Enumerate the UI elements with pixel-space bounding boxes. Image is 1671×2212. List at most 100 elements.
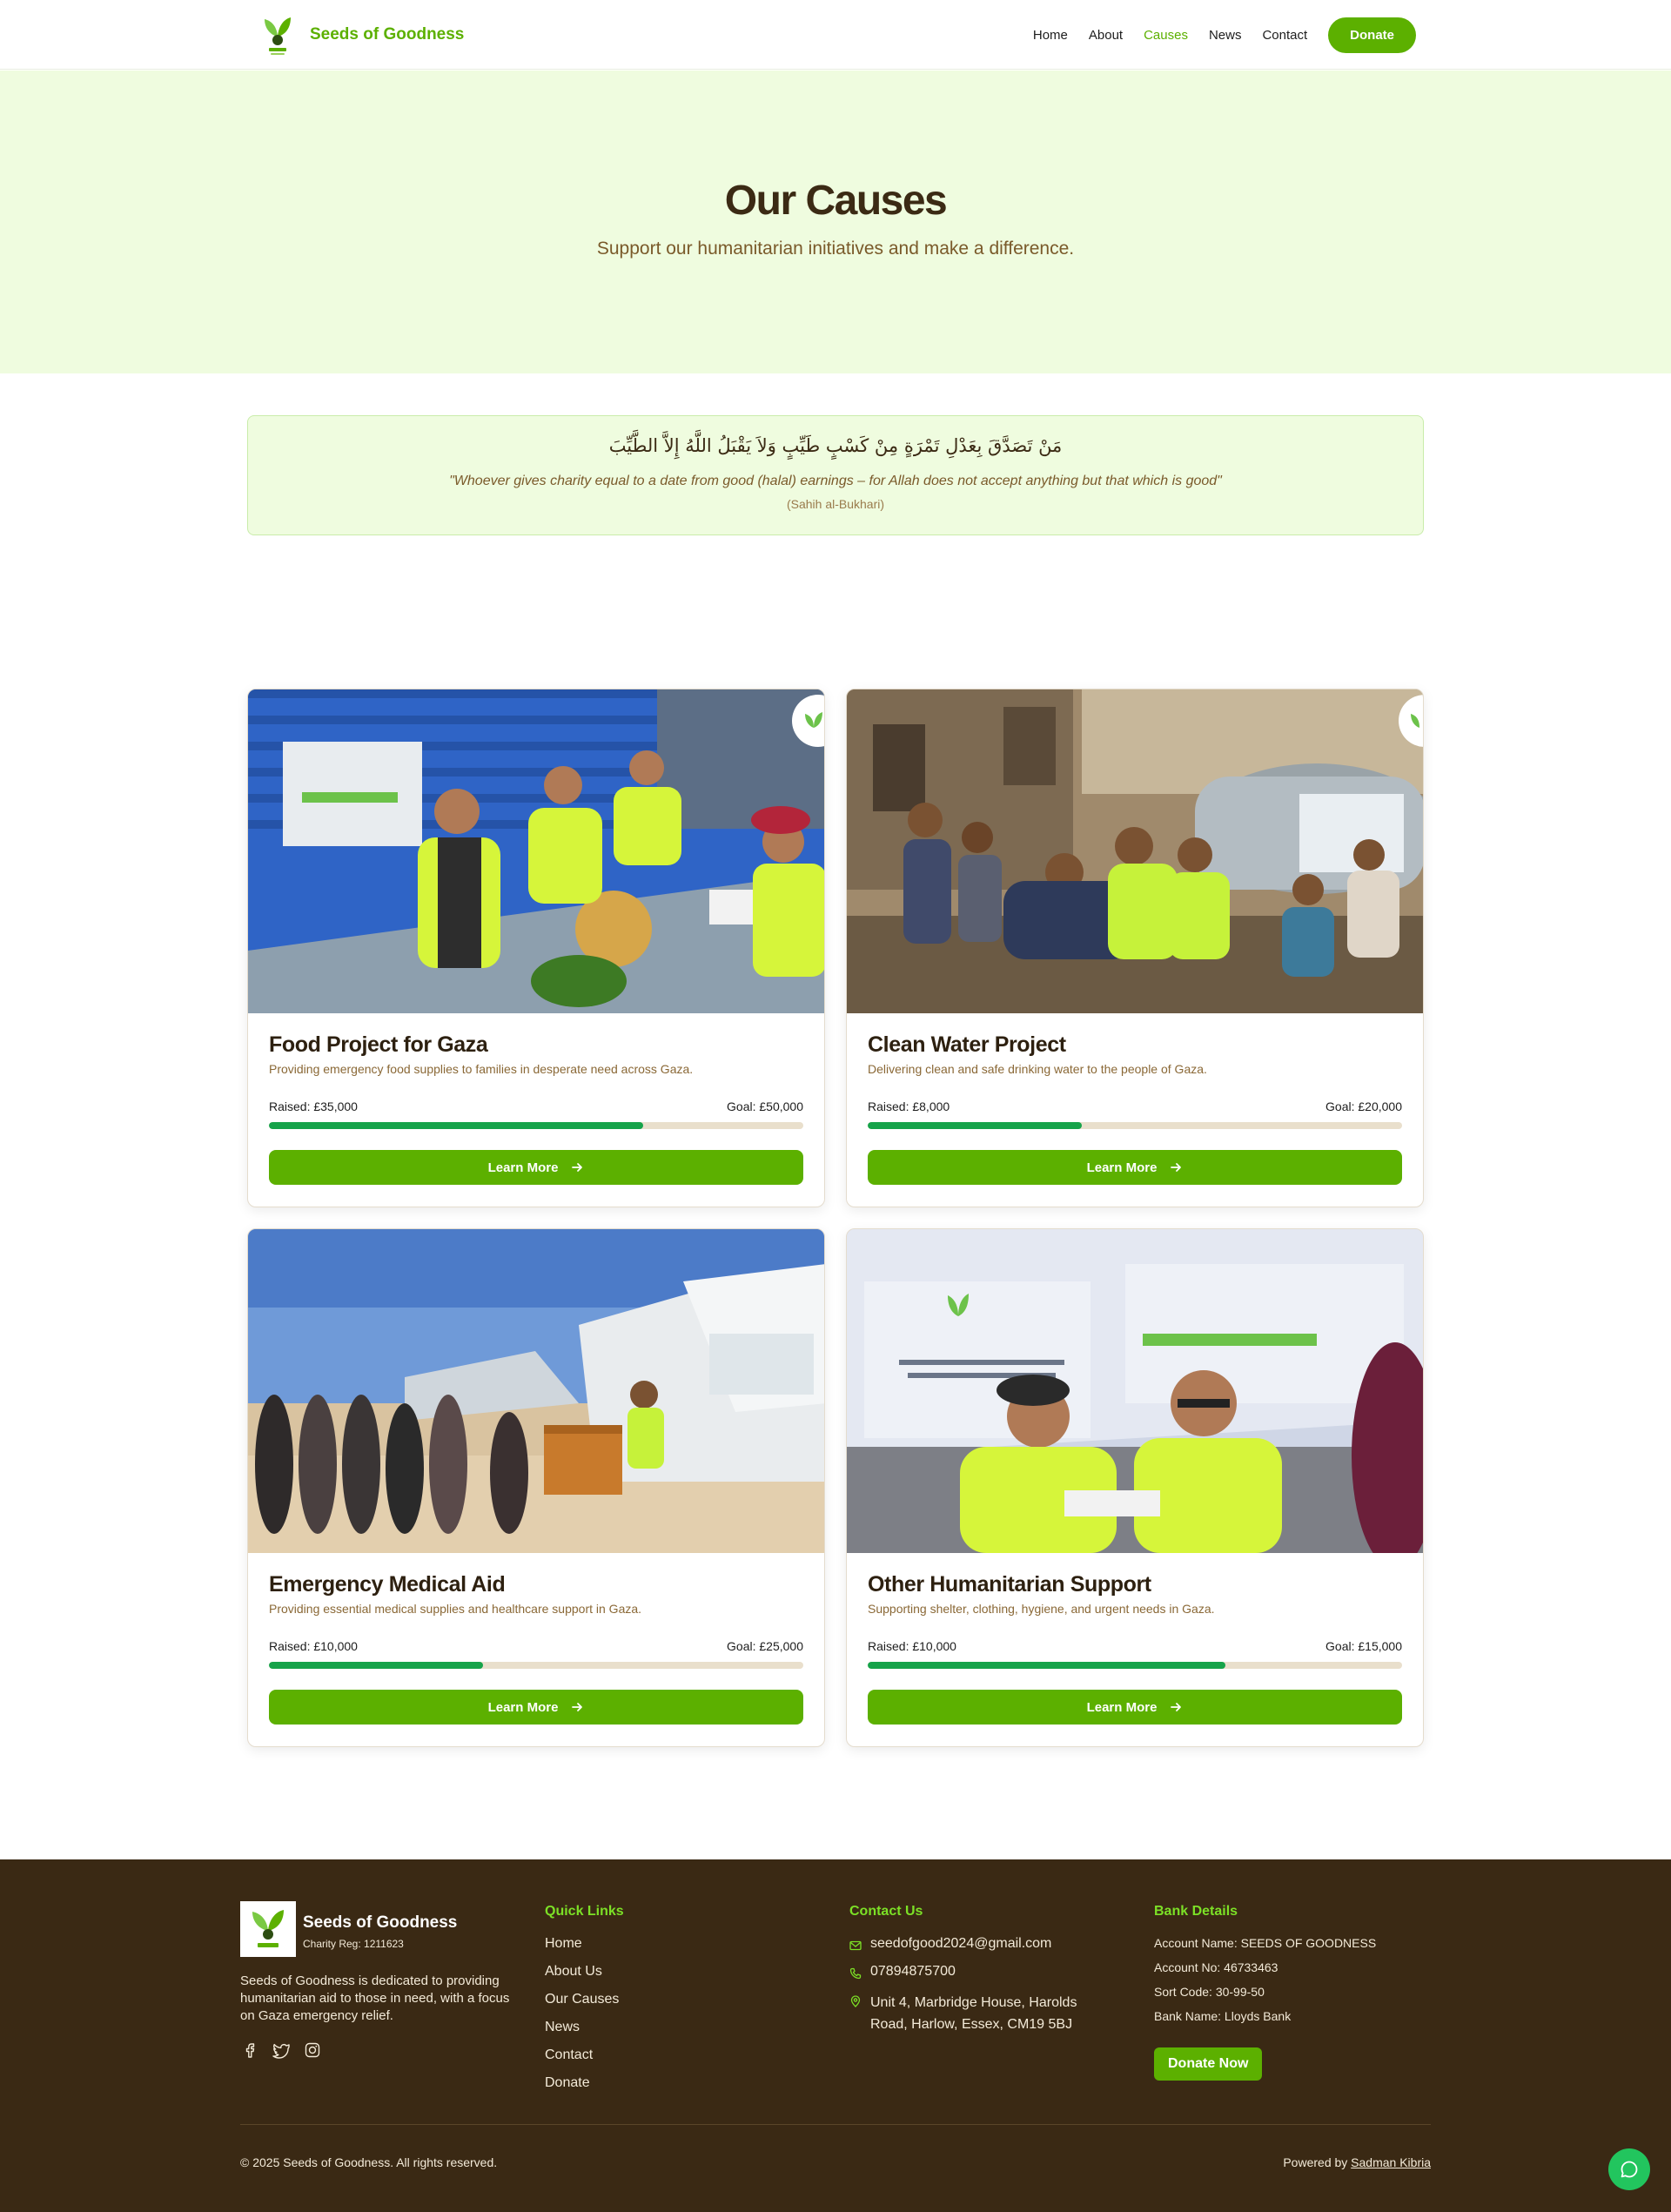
cause-description: Delivering clean and safe drinking water… [868,1062,1207,1076]
cause-goal: Goal: £50,000 [727,1099,803,1113]
bank-details-heading: Bank Details [1154,1904,1238,1919]
footer-logo [240,1901,296,1957]
facebook-icon[interactable] [240,2041,259,2060]
bank-name: Bank Name: Lloyds Bank [1154,2009,1292,2023]
nav-about[interactable]: About [1089,28,1123,43]
powered-by-link[interactable]: Sadman Kibria [1351,2155,1431,2169]
progress-bar [868,1662,1402,1669]
instagram-icon[interactable] [303,2041,322,2060]
arrow-right-icon [1171,1703,1182,1711]
map-pin-icon [850,1995,861,2007]
cause-description: Supporting shelter, clothing, hygiene, a… [868,1602,1215,1616]
contact-address: Unit 4, Marbridge House, Harolds Road, H… [849,1992,1105,2035]
quick-links-heading: Quick Links [545,1904,624,1919]
cause-image-medical [248,1229,824,1553]
footer-divider [240,2124,1431,2125]
sprout-logo-icon [252,1910,284,1947]
cause-raised: Raised: £10,000 [868,1639,956,1653]
page-subtitle: Support our humanitarian initiatives and… [596,239,1075,259]
address-text: Unit 4, Marbridge House, Harolds Road, H… [870,1995,1077,2032]
cause-title: Food Project for Gaza [269,1032,488,1057]
progress-fill [269,1122,643,1129]
sprout-logo-icon [265,17,291,55]
bank-sort-code: Sort Code: 30-99-50 [1154,1985,1265,1999]
cause-goal: Goal: £20,000 [1325,1099,1402,1113]
mail-icon [849,1940,862,1951]
twitter-icon[interactable] [272,2041,291,2060]
page-title: Our Causes [724,178,948,224]
progress-bar [868,1122,1402,1129]
cause-goal: Goal: £25,000 [727,1639,803,1653]
learn-more-button[interactable]: Learn More [868,1690,1402,1725]
learn-more-label: Learn More [1086,1699,1158,1715]
footer-link-news[interactable]: News [545,2020,619,2047]
footer-charity-reg: Charity Reg: 1211623 [303,1938,404,1950]
progress-bar [269,1662,803,1669]
quote-source: (Sahih al-Bukhari) [786,497,885,511]
chat-button[interactable] [1608,2148,1650,2190]
site-footer: Seeds of Goodness Charity Reg: 1211623 S… [0,1859,1671,2212]
quote-english: "Whoever gives charity equal to a date f… [449,474,1222,488]
contact-info: seedofgood2024@gmail.com 07894875700 Uni… [849,1936,1105,2047]
footer-link-donate[interactable]: Donate [545,2075,619,2103]
footer-link-causes[interactable]: Our Causes [545,1992,619,2020]
bank-account-number: Account No: 46733463 [1154,1960,1278,1974]
progress-fill [868,1122,1082,1129]
progress-fill [269,1662,483,1669]
hero-section: Our Causes Support our humanitarian init… [0,71,1671,373]
progress-fill [868,1662,1226,1669]
copyright: © 2025 Seeds of Goodness. All rights res… [240,2155,498,2169]
powered-by-label: Powered by [1283,2155,1348,2169]
footer-link-home[interactable]: Home [545,1936,619,1964]
footer-about: Seeds of Goodness is dedicated to provid… [240,1973,510,2023]
cause-image-humanitarian [847,1229,1423,1553]
cause-raised: Raised: £8,000 [868,1099,950,1113]
cause-card: Food Project for Gaza Providing emergenc… [247,689,825,1207]
learn-more-label: Learn More [1086,1160,1158,1175]
contact-heading: Contact Us [849,1904,923,1919]
social-links [240,2041,322,2060]
powered-by: Powered by Sadman Kibria [1283,2155,1431,2169]
main-nav: Home About Causes News Contact Donate [1012,17,1416,53]
nav-news[interactable]: News [1209,28,1242,43]
brand[interactable]: Seeds of Goodness [261,10,464,59]
site-header: Seeds of Goodness Home About Causes News… [0,0,1671,70]
nav-contact[interactable]: Contact [1262,28,1307,43]
footer-link-about[interactable]: About Us [545,1964,619,1992]
phone-text: 07894875700 [870,1964,956,1979]
email-text: seedofgood2024@gmail.com [870,1936,1052,1951]
hadith-quote-box: مَنْ تَصَدَّقَ بِعَدْلِ تَمْرَةٍ مِنْ كَ… [247,415,1424,535]
nav-causes[interactable]: Causes [1144,28,1188,43]
learn-more-button[interactable]: Learn More [269,1690,803,1725]
cause-raised: Raised: £10,000 [269,1639,358,1653]
cause-description: Providing essential medical supplies and… [269,1602,642,1616]
donate-button[interactable]: Donate [1328,17,1416,53]
cause-card: Other Humanitarian Support Supporting sh… [846,1228,1424,1747]
progress-bar [269,1122,803,1129]
bank-details: Account Name: SEEDS OF GOODNESS Account … [1154,1936,1376,2034]
learn-more-button[interactable]: Learn More [868,1150,1402,1185]
chat-bubble-icon [1621,2161,1638,2178]
cause-card: Clean Water Project Delivering clean and… [846,689,1424,1207]
phone-icon [849,1967,862,1980]
cause-raised: Raised: £35,000 [269,1099,358,1113]
quote-arabic: مَنْ تَصَدَّقَ بِعَدْلِ تَمْرَةٍ مِنْ كَ… [608,435,1063,456]
cause-title: Clean Water Project [868,1032,1066,1057]
cause-card: Emergency Medical Aid Providing essentia… [247,1228,825,1747]
learn-more-label: Learn More [487,1160,559,1175]
cause-title: Other Humanitarian Support [868,1572,1151,1597]
donate-now-button[interactable]: Donate Now [1154,2047,1263,2081]
footer-link-contact[interactable]: Contact [545,2047,619,2075]
cause-goal: Goal: £15,000 [1325,1639,1402,1653]
arrow-right-icon [572,1163,583,1172]
contact-email[interactable]: seedofgood2024@gmail.com [849,1936,1105,1952]
cause-title: Emergency Medical Aid [269,1572,506,1597]
nav-home[interactable]: Home [1033,28,1068,43]
arrow-right-icon [1171,1163,1182,1172]
footer-brand: Seeds of Goodness [303,1913,458,1932]
brand-name: Seeds of Goodness [310,25,465,44]
learn-more-button[interactable]: Learn More [269,1150,803,1185]
learn-more-label: Learn More [487,1699,559,1715]
cause-image-water [847,689,1423,1013]
contact-phone[interactable]: 07894875700 [849,1964,1105,1980]
